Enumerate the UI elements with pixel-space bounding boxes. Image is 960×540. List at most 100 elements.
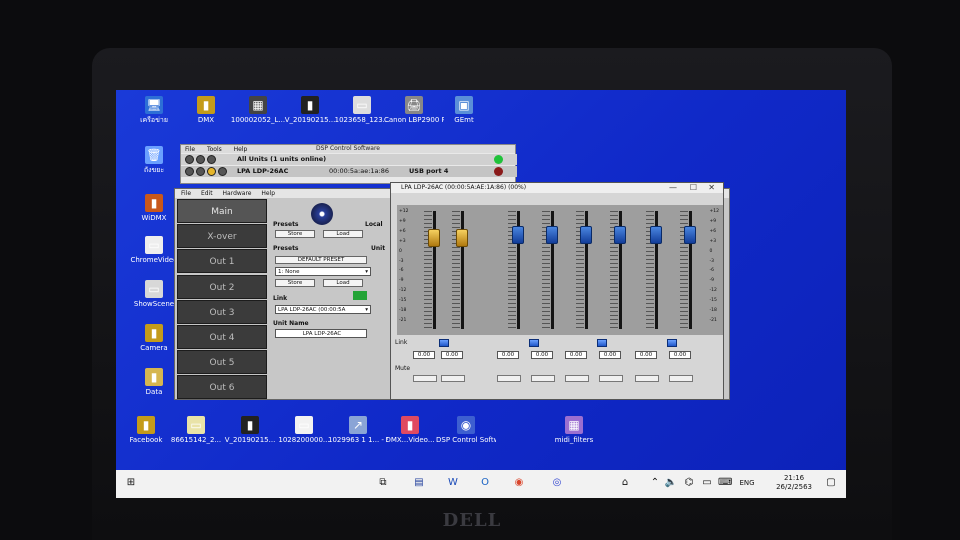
- link-select-value: LPA LDP-26AC (00:00:5A: [278, 307, 346, 313]
- volume-icon[interactable]: 🔈: [664, 476, 678, 490]
- store-unit-button[interactable]: Store: [275, 279, 315, 287]
- nav-out-5[interactable]: Out 5: [177, 350, 267, 375]
- disconnect-icon[interactable]: [494, 167, 503, 176]
- menu-hardware[interactable]: Hardware: [223, 190, 252, 197]
- dsp-units-window: DSP Control Software File Tools Help All…: [180, 144, 517, 184]
- desktop-icon[interactable]: ▭ 86615142_2...: [166, 416, 226, 444]
- nav-x-over[interactable]: X-over: [177, 224, 267, 249]
- nav-out-4[interactable]: Out 4: [177, 324, 267, 349]
- db-tick-label: -12: [709, 288, 717, 294]
- fader-handle[interactable]: [580, 226, 592, 244]
- online-status-icon: [494, 155, 503, 164]
- desktop-icon[interactable]: ▭ 1028200000...: [274, 416, 334, 444]
- mute-button[interactable]: [413, 375, 437, 382]
- desktop-icon[interactable]: ▭ 1023658_123...: [332, 96, 392, 124]
- store-local-button[interactable]: Store: [275, 230, 315, 238]
- all-units-row[interactable]: All Units (1 units online): [181, 154, 517, 165]
- dsp-app-icon[interactable]: ◎: [550, 476, 564, 490]
- menu-help[interactable]: Help: [261, 190, 275, 197]
- desktop-icon[interactable]: ▣ GEmt: [434, 96, 494, 124]
- windows-start-icon[interactable]: ⊞: [124, 476, 138, 490]
- gain-value-field[interactable]: 0.00: [635, 351, 657, 359]
- nav-out-3[interactable]: Out 3: [177, 299, 267, 324]
- link-toggle[interactable]: [667, 339, 677, 347]
- desktop-icon[interactable]: ▮ V_20190215...: [220, 416, 280, 444]
- word-icon[interactable]: W: [446, 476, 460, 490]
- desktop-icon[interactable]: ▦ midi_filters: [544, 416, 604, 444]
- fader-handle[interactable]: [650, 226, 662, 244]
- load-local-button[interactable]: Load: [323, 230, 363, 238]
- gain-value-field[interactable]: 0.00: [531, 351, 553, 359]
- link-toggle[interactable]: [529, 339, 539, 347]
- nav-out-2[interactable]: Out 2: [177, 274, 267, 299]
- task-view-icon[interactable]: ⧉: [376, 476, 390, 490]
- nav-out-6[interactable]: Out 6: [177, 375, 267, 400]
- desktop-icon[interactable]: ◉ DSP Control Software: [436, 416, 496, 444]
- shortcut-icon: 🗑: [145, 146, 163, 164]
- state-icon: [207, 155, 216, 164]
- fader-handle[interactable]: [546, 226, 558, 244]
- desktop-icon[interactable]: ▮ V_20190215...: [280, 96, 340, 124]
- gain-value-field[interactable]: 0.00: [669, 351, 691, 359]
- link-toggle[interactable]: [597, 339, 607, 347]
- menu-edit[interactable]: Edit: [201, 190, 213, 197]
- menu-file[interactable]: File: [185, 146, 195, 153]
- language-indicator[interactable]: ENG: [736, 476, 758, 490]
- menu-help[interactable]: Help: [234, 146, 248, 153]
- network-icon[interactable]: ⌬: [682, 476, 696, 490]
- all-units-label: All Units (1 units online): [237, 155, 327, 163]
- maximize-icon[interactable]: ☐: [690, 183, 697, 192]
- fader-handle[interactable]: [614, 226, 626, 244]
- desktop-icon[interactable]: 🗑 ถังขยะ: [124, 146, 184, 174]
- desktop-icon-label: V_20190215...: [284, 116, 336, 124]
- outlook-icon[interactable]: O: [478, 476, 492, 490]
- preset-select[interactable]: 1: None ▾: [275, 267, 371, 276]
- desktop-icon[interactable]: 🖥 เครือข่าย: [124, 96, 184, 124]
- menu-tools[interactable]: Tools: [207, 146, 222, 153]
- desktop-icon[interactable]: ↗ 1029963 1 1... - Shortcut: [328, 416, 388, 444]
- mute-button[interactable]: [635, 375, 659, 382]
- battery-icon[interactable]: ▭: [700, 476, 714, 490]
- gain-value-field[interactable]: 0.00: [599, 351, 621, 359]
- gain-value-field[interactable]: 0.00: [497, 351, 519, 359]
- close-icon[interactable]: ✕: [708, 183, 715, 192]
- mute-button[interactable]: [669, 375, 693, 382]
- mute-button[interactable]: [497, 375, 521, 382]
- master-volume-knob[interactable]: [311, 203, 333, 225]
- link-toggle[interactable]: [439, 339, 449, 347]
- mute-button[interactable]: [599, 375, 623, 382]
- chrome-icon[interactable]: ◉: [512, 476, 526, 490]
- fader-handle[interactable]: [684, 226, 696, 244]
- usb-icon[interactable]: ⌂: [618, 476, 632, 490]
- gain-value-field[interactable]: 0.00: [565, 351, 587, 359]
- unit-name: LPA LDP-26AC: [237, 167, 289, 175]
- gain-value-field[interactable]: 0.00: [441, 351, 463, 359]
- gain-value-field[interactable]: 0.00: [413, 351, 435, 359]
- clock[interactable]: 21:16 26/2/2563: [776, 474, 812, 492]
- default-preset-button[interactable]: DEFAULT PRESET: [275, 256, 367, 264]
- mute-button[interactable]: [565, 375, 589, 382]
- fader-handle[interactable]: [456, 229, 468, 247]
- nav-out-1[interactable]: Out 1: [177, 249, 267, 274]
- desktop-icon[interactable]: ▮ DMX: [176, 96, 236, 124]
- db-tick-label: -3: [399, 258, 404, 264]
- fader-handle[interactable]: [512, 226, 524, 244]
- desktop-icon[interactable]: ▦ 100002052_L...: [228, 96, 288, 124]
- unit-row[interactable]: LPA LDP-26AC 00:00:5a:ae:1a:86 USB port …: [181, 166, 517, 177]
- mute-button[interactable]: [531, 375, 555, 382]
- minimize-icon[interactable]: —: [669, 183, 677, 192]
- unit-label: Unit: [371, 245, 386, 252]
- menu-file[interactable]: File: [181, 190, 191, 197]
- mute-button[interactable]: [441, 375, 465, 382]
- load-unit-button[interactable]: Load: [323, 279, 363, 287]
- app-explorer-icon[interactable]: ▤: [412, 476, 426, 490]
- chevron-up-icon[interactable]: ⌃: [648, 476, 662, 490]
- fader-handle[interactable]: [428, 229, 440, 247]
- unit-name-field[interactable]: LPA LDP-26AC: [275, 329, 367, 338]
- link-select[interactable]: LPA LDP-26AC (00:00:5A ▾: [275, 305, 371, 314]
- shortcut-icon: ▮: [145, 368, 163, 386]
- desktop-icon[interactable]: ▮ DMX...Video...: [380, 416, 440, 444]
- notifications-icon[interactable]: ▢: [824, 476, 838, 490]
- keyboard-icon[interactable]: ⌨: [718, 476, 732, 490]
- nav-main[interactable]: Main: [177, 199, 267, 223]
